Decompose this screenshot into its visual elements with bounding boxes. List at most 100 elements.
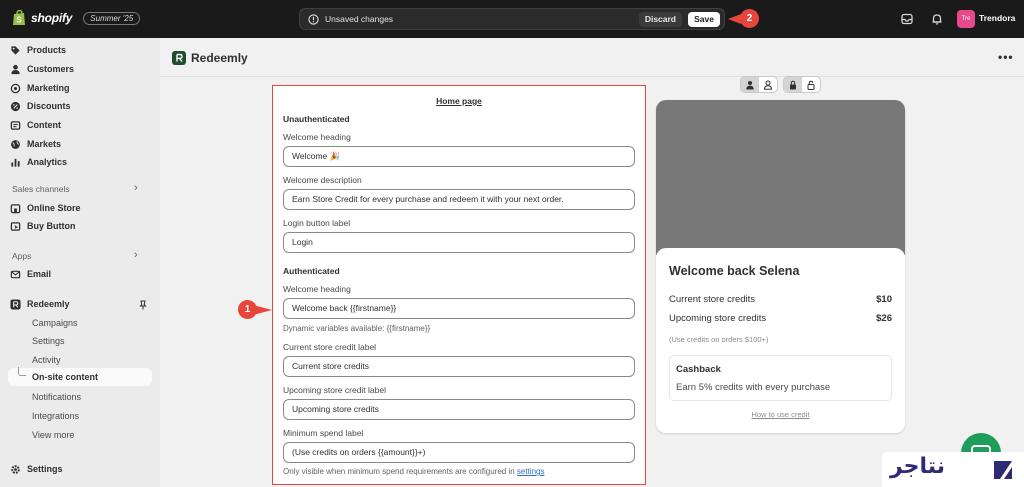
- sidebar-item-markets[interactable]: Markets: [10, 136, 61, 152]
- minimum-spend-help-text: Only visible when minimum spend requirem…: [283, 467, 517, 476]
- gear-icon: [11, 464, 20, 474]
- toggle-logged-out[interactable]: [759, 77, 777, 92]
- auth-welcome-heading-label: Welcome heading: [283, 284, 351, 294]
- redeemly-logo-icon: [172, 51, 186, 65]
- sidebar-subitem-notifications[interactable]: Notifications: [32, 392, 81, 402]
- current-credits-label: Current store credits: [669, 294, 756, 305]
- dynamic-variables-help: Dynamic variables available: {{firstname…: [283, 324, 431, 333]
- sidebar-subitem-integrations[interactable]: Integrations: [32, 411, 79, 421]
- welcome-heading-input[interactable]: Welcome 🎉: [283, 146, 635, 167]
- login-button-label-input[interactable]: Login: [283, 232, 635, 253]
- preview-banner: [656, 100, 905, 255]
- toggle-logged-in[interactable]: [741, 77, 759, 92]
- top-bar: S shopify Summer '25 Unsaved changes Dis…: [0, 0, 1024, 38]
- sidebar-item-buy-button[interactable]: Buy Button: [10, 218, 76, 234]
- minimum-spend-label-input[interactable]: (Use credits on orders {{amount}}+): [283, 442, 635, 463]
- unlock-icon: [807, 80, 815, 90]
- bell-icon[interactable]: [930, 12, 944, 26]
- sidebar-item-label: Redeemly: [27, 299, 70, 309]
- info-icon: [308, 13, 319, 25]
- current-credits-row: Current store credits $10: [669, 294, 892, 305]
- sidebar-item-label: Buy Button: [27, 221, 76, 231]
- widget-preview: Welcome back Selena Current store credit…: [656, 100, 905, 433]
- current-credit-label-label: Current store credit label: [283, 342, 377, 352]
- welcome-description-label: Welcome description: [283, 175, 362, 185]
- form-title: Home page: [436, 96, 482, 106]
- how-to-use-credit-link[interactable]: How to use credit: [656, 410, 905, 419]
- sidebar-item-label: Marketing: [27, 83, 70, 93]
- sidebar: Products Customers Marketing Discounts C…: [0, 38, 160, 487]
- sidebar-subitem-activity[interactable]: Activity: [32, 355, 61, 365]
- watermark-text: نتاجر: [890, 454, 946, 479]
- auth-state-toggle: [740, 76, 778, 93]
- sidebar-item-online-store[interactable]: Online Store: [10, 200, 81, 216]
- chevron-right-icon[interactable]: ›: [134, 249, 138, 261]
- store-icon: [10, 203, 21, 213]
- discount-icon: [10, 101, 21, 111]
- callout-marker-save: 2: [740, 9, 759, 28]
- sidebar-item-label: Settings: [27, 464, 63, 474]
- upcoming-credit-label-input[interactable]: Upcoming store credits: [283, 399, 635, 420]
- globe-icon: [11, 139, 20, 149]
- redeemly-icon: [10, 298, 21, 310]
- sidebar-item-discounts[interactable]: Discounts: [10, 98, 71, 114]
- sidebar-item-email[interactable]: Email: [10, 266, 51, 282]
- more-actions-icon[interactable]: •••: [998, 50, 1014, 64]
- toggle-unlocked[interactable]: [802, 77, 820, 92]
- lock-state-toggle: [783, 76, 821, 93]
- welcome-description-input[interactable]: Earn Store Credit for every purchase and…: [283, 189, 635, 210]
- email-icon: [10, 270, 21, 278]
- sidebar-item-label: Products: [27, 45, 67, 55]
- sidebar-item-label: Analytics: [27, 157, 68, 167]
- preview-heading: Welcome back Selena: [669, 264, 800, 278]
- target-icon: [10, 83, 21, 93]
- sidebar-item-redeemly[interactable]: Redeemly: [10, 296, 70, 312]
- toggle-locked[interactable]: [784, 77, 802, 92]
- cashback-description: Earn 5% credits with every purchase: [676, 382, 831, 393]
- upcoming-credits-amount: $26: [876, 313, 892, 324]
- apps-heading: Apps: [12, 251, 32, 261]
- inbox-icon[interactable]: [900, 12, 914, 26]
- authenticated-heading: Authenticated: [283, 266, 340, 276]
- chevron-right-icon[interactable]: ›: [134, 182, 138, 194]
- minimum-spend-label-label: Minimum spend label: [283, 428, 364, 438]
- contextual-save-bar: Unsaved changes Discard Save: [299, 8, 725, 30]
- cashback-title: Cashback: [676, 364, 721, 375]
- tree-connector: [18, 367, 26, 376]
- sidebar-subitem-label: On-site content: [32, 372, 99, 382]
- sidebar-item-products[interactable]: Products: [10, 42, 66, 58]
- sidebar-item-analytics[interactable]: Analytics: [10, 154, 67, 170]
- current-credit-label-input[interactable]: Current store credits: [283, 356, 635, 377]
- shopify-logo[interactable]: S shopify Summer '25: [12, 10, 141, 26]
- sidebar-item-label: Online Store: [27, 203, 81, 213]
- pin-icon[interactable]: [138, 300, 148, 310]
- login-button-label-label: Login button label: [283, 218, 351, 228]
- auth-welcome-heading-input[interactable]: Welcome back {{firstname}}: [283, 298, 635, 319]
- sidebar-item-marketing[interactable]: Marketing: [10, 80, 70, 96]
- sidebar-subitem-settings[interactable]: Settings: [32, 336, 65, 346]
- person-outline-icon: [763, 80, 773, 90]
- discard-button[interactable]: Discard: [638, 12, 682, 27]
- sidebar-subitem-campaigns[interactable]: Campaigns: [32, 318, 78, 328]
- store-avatar[interactable]: Tre: [957, 10, 975, 28]
- sidebar-item-label: Customers: [27, 64, 75, 74]
- content-icon: [10, 120, 21, 130]
- tag-icon: [11, 45, 20, 55]
- upcoming-credits-row: Upcoming store credits $26: [669, 313, 892, 324]
- sidebar-item-customers[interactable]: Customers: [10, 61, 74, 77]
- save-button[interactable]: Save: [688, 12, 720, 27]
- upcoming-credit-label-label: Upcoming store credit label: [283, 385, 386, 395]
- person-icon: [11, 64, 20, 74]
- store-name[interactable]: Trendora: [979, 13, 1015, 23]
- sidebar-item-settings[interactable]: Settings: [10, 461, 63, 477]
- sidebar-subitem-view-more[interactable]: View more: [32, 430, 74, 440]
- svg-text:S: S: [16, 16, 22, 25]
- settings-link[interactable]: settings: [517, 467, 545, 476]
- cursor-icon: [10, 221, 21, 231]
- upcoming-credits-label: Upcoming store credits: [669, 313, 767, 324]
- shopify-bag-icon: S: [13, 10, 25, 25]
- lock-icon: [790, 80, 796, 89]
- home-page-form: Home page Unauthenticated Welcome headin…: [272, 85, 646, 485]
- cashback-card: Cashback Earn 5% credits with every purc…: [669, 355, 892, 401]
- sidebar-item-content[interactable]: Content: [10, 117, 61, 133]
